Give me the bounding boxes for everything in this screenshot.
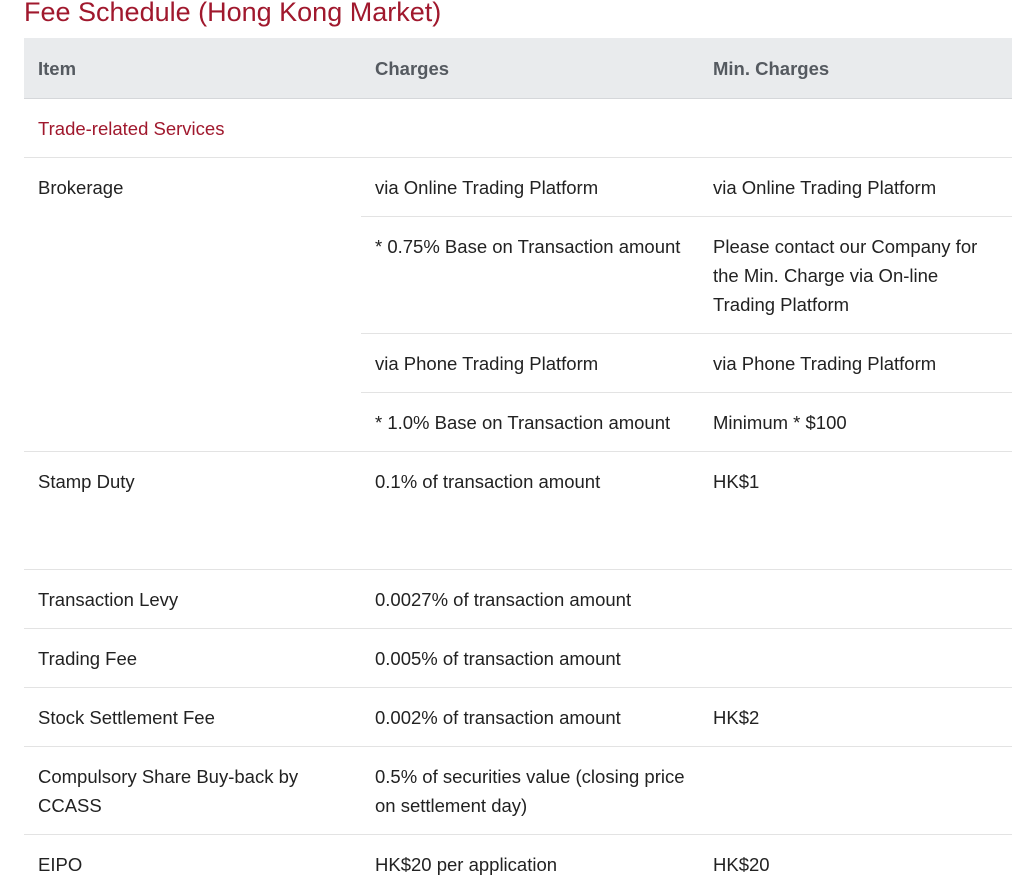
charges-phone-rate: * 1.0% Base on Transaction amount	[361, 393, 699, 452]
min-phone-label: via Phone Trading Platform	[699, 334, 1012, 393]
section-trade-related: Trade-related Services	[24, 99, 1012, 158]
table-row: Stock Settlement Fee 0.002% of transacti…	[24, 688, 1012, 747]
charges-online-label: via Online Trading Platform	[361, 158, 699, 217]
item-cell: Trading Fee	[24, 629, 361, 688]
table-row: Trading Fee 0.005% of transaction amount	[24, 629, 1012, 688]
min-charges-cell	[699, 747, 1012, 835]
charges-cell: 0.1% of transaction amount	[361, 452, 699, 570]
fee-schedule-table: Item Charges Min. Charges Trade-related …	[24, 38, 1012, 893]
table-row: EIPO HK$20 per application HK$20	[24, 835, 1012, 893]
min-online-value: Please contact our Company for the Min. …	[699, 217, 1012, 334]
item-cell: Compulsory Share Buy-back by CCASS	[24, 747, 361, 835]
header-min-charges: Min. Charges	[699, 38, 1012, 99]
table-row: Transaction Levy 0.0027% of transaction …	[24, 570, 1012, 629]
section-row: Trade-related Services	[24, 99, 1012, 158]
header-charges: Charges	[361, 38, 699, 99]
charges-cell: 0.0027% of transaction amount	[361, 570, 699, 629]
charges-phone-label: via Phone Trading Platform	[361, 334, 699, 393]
charges-cell: 0.5% of securities value (closing price …	[361, 747, 699, 835]
min-online-label: via Online Trading Platform	[699, 158, 1012, 217]
item-cell: Stamp Duty	[24, 452, 361, 570]
page-title: Fee Schedule (Hong Kong Market)	[24, 0, 441, 30]
table-row: Stamp Duty 0.1% of transaction amount HK…	[24, 452, 1012, 570]
table-row: Compulsory Share Buy-back by CCASS 0.5% …	[24, 747, 1012, 835]
charges-cell: 0.002% of transaction amount	[361, 688, 699, 747]
min-charges-cell: HK$20	[699, 835, 1012, 893]
item-cell: Stock Settlement Fee	[24, 688, 361, 747]
charges-online-rate: * 0.75% Base on Transaction amount	[361, 217, 699, 334]
item-cell: Transaction Levy	[24, 570, 361, 629]
min-charges-cell	[699, 629, 1012, 688]
table-header-row: Item Charges Min. Charges	[24, 38, 1012, 99]
charges-cell: HK$20 per application	[361, 835, 699, 893]
min-charges-cell	[699, 570, 1012, 629]
charges-cell: 0.005% of transaction amount	[361, 629, 699, 688]
header-item: Item	[24, 38, 361, 99]
item-brokerage: Brokerage	[24, 158, 361, 452]
min-phone-value: Minimum * $100	[699, 393, 1012, 452]
min-charges-cell: HK$2	[699, 688, 1012, 747]
table-row: Brokerage via Online Trading Platform vi…	[24, 158, 1012, 217]
item-cell: EIPO	[24, 835, 361, 893]
min-charges-cell: HK$1	[699, 452, 1012, 570]
